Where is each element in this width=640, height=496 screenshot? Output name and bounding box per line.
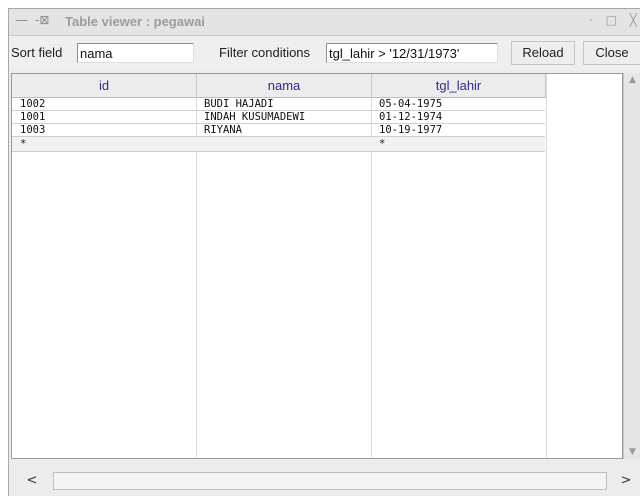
sort-field-label: Sort field [11, 45, 63, 60]
scroll-right-icon[interactable]: > [615, 471, 637, 491]
window-menu-icon[interactable]: — [15, 13, 28, 28]
new-row-marker[interactable]: * [371, 138, 546, 151]
reload-button[interactable]: Reload [511, 41, 575, 65]
cell-id[interactable]: 1002 [12, 98, 196, 111]
table-row[interactable]: 1001 INDAH KUSUMADEWI 01-12-1974 [12, 111, 545, 124]
toolbar: Sort field nama Filter conditions tgl_la… [9, 36, 640, 70]
table-row[interactable]: 1003 RIYANA 10-19-1977 [12, 124, 545, 137]
filter-conditions-input[interactable]: tgl_lahir > '12/31/1973' [326, 43, 498, 63]
cell-id[interactable]: 1001 [12, 111, 196, 124]
new-row-marker[interactable]: * [12, 138, 196, 151]
scroll-up-icon[interactable]: ▲ [624, 73, 640, 87]
cell-tgl-lahir[interactable]: 10-19-1977 [371, 124, 546, 137]
column-header-tgl-lahir[interactable]: tgl_lahir [372, 74, 546, 98]
cell-tgl-lahir[interactable]: 01-12-1974 [371, 111, 546, 124]
minimize-icon[interactable]: · [589, 13, 593, 27]
pin-icon[interactable]: -⊠ [35, 13, 49, 27]
close-button[interactable]: Close [583, 41, 640, 65]
close-window-icon[interactable]: ╳ [630, 13, 637, 27]
table-viewer-window: — -⊠ Table viewer : pegawai · □ ╳ Sort f… [8, 8, 640, 496]
cell-tgl-lahir[interactable]: 05-04-1975 [371, 98, 546, 111]
scroll-down-icon[interactable]: ▼ [624, 445, 640, 459]
window-title: Table viewer : pegawai [65, 14, 205, 29]
column-header-id[interactable]: id [12, 74, 197, 98]
title-bar[interactable]: — -⊠ Table viewer : pegawai · □ ╳ [9, 9, 640, 36]
cell-nama[interactable]: BUDI HAJADI [196, 98, 371, 111]
data-table[interactable]: id nama tgl_lahir 1002 BUDI HAJADI 05-04… [11, 73, 623, 459]
cell-id[interactable]: 1003 [12, 124, 196, 137]
new-record-row[interactable]: * * [12, 137, 545, 152]
horizontal-scrollbar[interactable]: < > [9, 467, 640, 496]
table-row[interactable]: 1002 BUDI HAJADI 05-04-1975 [12, 98, 545, 111]
scroll-track[interactable] [53, 472, 607, 490]
filter-conditions-label: Filter conditions [219, 45, 311, 60]
new-row-cell[interactable] [196, 138, 371, 151]
vertical-scrollbar[interactable]: ▲ ▼ [623, 73, 640, 459]
cell-nama[interactable]: INDAH KUSUMADEWI [196, 111, 371, 124]
column-header-nama[interactable]: nama [197, 74, 372, 98]
maximize-icon[interactable]: □ [606, 13, 617, 27]
sort-field-input[interactable]: nama [77, 43, 194, 63]
window-controls: · □ ╳ [580, 13, 637, 27]
scroll-left-icon[interactable]: < [21, 471, 43, 491]
cell-nama[interactable]: RIYANA [196, 124, 371, 137]
